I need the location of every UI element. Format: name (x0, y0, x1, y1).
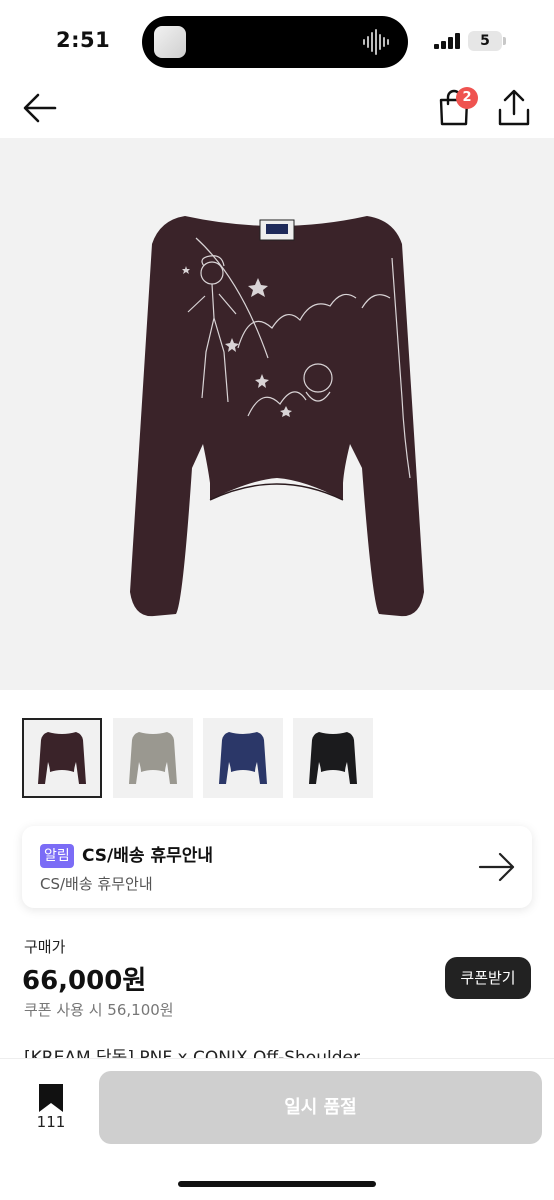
price-value: 66,000원 (22, 966, 147, 996)
home-indicator (178, 1181, 376, 1187)
battery-tip (503, 37, 506, 45)
bookmark-icon[interactable] (38, 1083, 64, 1113)
status-time: 2:51 (56, 28, 111, 52)
notice-card[interactable]: 알림 CS/배송 휴무안내 CS/배송 휴무안내 (22, 826, 532, 908)
notice-subtitle: CS/배송 휴무안내 (40, 875, 153, 893)
coupon-price: 쿠폰 사용 시 56,100원 (24, 1001, 174, 1019)
get-coupon-button[interactable]: 쿠폰받기 (445, 957, 531, 999)
cellular-signal-icon (434, 33, 460, 49)
dynamic-island (142, 16, 408, 68)
battery-level: 5 (468, 31, 502, 51)
product-title: [KREAM 단독] PNF x CONIX Off-Shoulder... (24, 1048, 375, 1058)
bookmark-count: 111 (36, 1113, 66, 1131)
shirt-illustration (130, 216, 424, 617)
thumbnail-strip (22, 718, 532, 800)
product-main-image[interactable] (0, 138, 554, 690)
status-bar: 2:51 5 (0, 0, 554, 80)
thumbnail-black[interactable] (293, 718, 373, 798)
sold-out-button: 일시 품절 (99, 1071, 542, 1144)
back-arrow-icon[interactable] (22, 90, 58, 126)
price-label: 구매가 (24, 938, 66, 956)
share-icon[interactable] (496, 88, 532, 128)
notice-badge: 알림 (40, 844, 74, 868)
arrow-right-icon (478, 852, 515, 882)
bottom-action-bar: 111 일시 품절 (0, 1058, 554, 1200)
thumbnail-gray[interactable] (113, 718, 193, 798)
audio-waveform-icon (363, 29, 389, 55)
now-playing-app-icon (154, 26, 186, 58)
thumbnail-burgundy[interactable] (22, 718, 102, 798)
notice-title: CS/배송 휴무안내 (82, 846, 214, 866)
shirt-body (130, 216, 424, 617)
cart-count-badge: 2 (456, 87, 478, 109)
thumbnail-navy[interactable] (203, 718, 283, 798)
